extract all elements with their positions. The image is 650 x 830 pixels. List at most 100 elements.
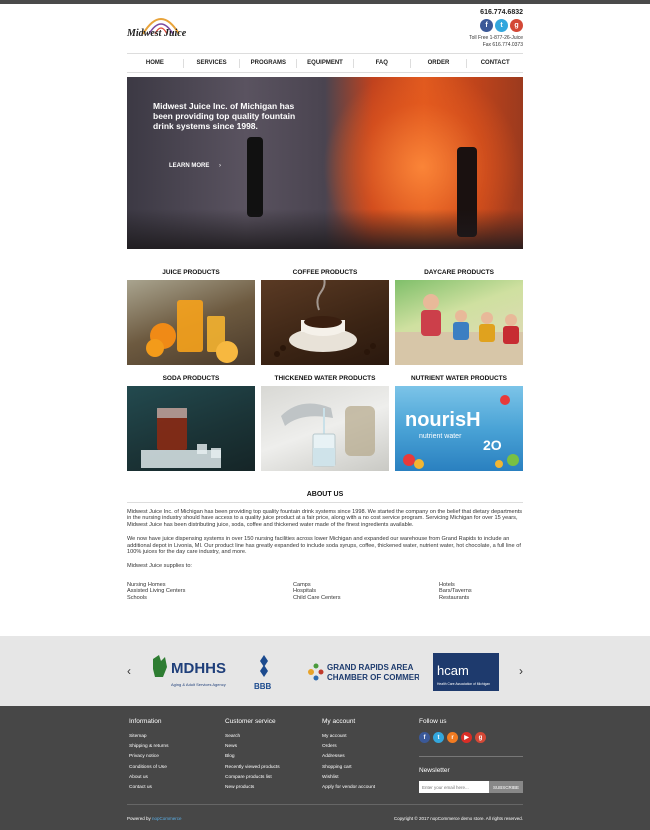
footer-link-cart[interactable]: Shopping cart — [322, 763, 375, 773]
main-nav: HOME SERVICES PROGRAMS EQUIPMENT FAQ ORD… — [127, 53, 523, 73]
twitter-icon[interactable]: t — [495, 19, 508, 32]
footer-heading: My account — [322, 718, 356, 725]
footer-link-privacy[interactable]: Privacy notice — [129, 752, 168, 762]
partner-logo-hcam[interactable]: hcam Health Care Association of Michigan — [433, 653, 499, 691]
divider — [127, 502, 523, 503]
partner-logo-mdhhs[interactable]: MDHHS Aging & Adult Services Agency — [149, 653, 227, 691]
nav-order[interactable]: ORDER — [409, 58, 467, 68]
copyright: Copyright © 2017 nopCommerce demo store.… — [393, 816, 523, 821]
footer-link-account[interactable]: My account — [322, 732, 375, 742]
google-plus-icon[interactable]: g — [510, 19, 523, 32]
phone-number: 616.774.6832 — [480, 9, 523, 16]
nutrient-water-image[interactable]: nourisH nutrient water 2O — [395, 386, 523, 471]
soda-image[interactable] — [127, 386, 255, 471]
footer-my-account: My account My account Orders Addresses S… — [322, 718, 375, 793]
partners-carousel: ‹ MDHHS Aging & Adult Services Agency BB… — [0, 636, 650, 706]
footer-link-vendor[interactable]: Apply for vendor account — [322, 783, 375, 793]
coffee-illustration — [274, 280, 376, 357]
coffee-image[interactable] — [261, 280, 389, 365]
footer-link-about[interactable]: About us — [129, 773, 168, 783]
product-title[interactable]: DAYCARE PRODUCTS — [395, 269, 523, 280]
nav-programs[interactable]: PROGRAMS — [239, 58, 296, 68]
google-plus-icon[interactable]: g — [475, 732, 486, 743]
soda-illustration — [141, 408, 221, 468]
logo[interactable]: Midwest Juice — [127, 12, 187, 46]
footer-link-search[interactable]: Search — [225, 732, 280, 742]
powered-by-label: Powered by — [127, 816, 151, 821]
product-card[interactable]: DAYCARE PRODUCTS — [395, 269, 523, 365]
footer-customer-service: Customer service Search News Blog Recent… — [225, 718, 280, 793]
logo-text: Midwest Juice — [127, 28, 187, 39]
facebook-icon[interactable]: f — [480, 19, 493, 32]
footer-inner: Information Sitemap Shipping & returns P… — [127, 706, 523, 830]
learn-more-link[interactable]: LEARN MORE › — [169, 163, 221, 169]
footer-link-conditions[interactable]: Conditions of Use — [129, 763, 168, 773]
nav-home[interactable]: HOME — [127, 59, 183, 68]
chevron-right-icon: › — [219, 163, 222, 169]
chevron-left-icon[interactable]: ‹ — [127, 664, 131, 678]
nav-contact[interactable]: CONTACT — [466, 58, 523, 68]
powered-by: Powered by nopCommerce — [127, 816, 182, 821]
footer-link-orders[interactable]: Orders — [322, 742, 375, 752]
nav-equipment[interactable]: EQUIPMENT — [296, 58, 353, 68]
water-pour-illustration — [281, 403, 375, 467]
juice-image[interactable] — [127, 280, 255, 365]
partner-logo-bbb[interactable]: BBB — [252, 653, 276, 691]
product-title[interactable]: JUICE PRODUCTS — [127, 269, 255, 280]
partner-logo-grand-rapids-chamber[interactable]: GRAND RAPIDS AREA CHAMBER OF COMMERCE — [303, 653, 419, 691]
product-card[interactable]: COFFEE PRODUCTS — [261, 269, 389, 365]
header: Midwest Juice 616.774.6832 f t g Toll Fr… — [127, 4, 523, 52]
supplies-column: Camps Hospitals Child Care Centers — [293, 582, 439, 601]
fax-number: Fax 616.774.0373 — [482, 41, 523, 48]
footer-link-blog[interactable]: Blog — [225, 752, 280, 762]
footer-link-contact[interactable]: Contact us — [129, 783, 168, 793]
footer-follow: Follow us f t r ▶ g Newsletter SUBSCRIBE — [419, 718, 523, 793]
facebook-icon[interactable]: f — [419, 732, 430, 743]
learn-more-label: LEARN MORE — [169, 163, 210, 169]
product-card[interactable]: JUICE PRODUCTS — [127, 269, 255, 365]
nourish-h2o: 2O — [483, 437, 502, 453]
footer-link-news[interactable]: News — [225, 742, 280, 752]
divider — [419, 756, 523, 757]
footer-link-compare[interactable]: Compare products list — [225, 773, 280, 783]
product-title[interactable]: SODA PRODUCTS — [127, 375, 255, 386]
youtube-icon[interactable]: ▶ — [461, 732, 472, 743]
nav-services[interactable]: SERVICES — [182, 58, 240, 68]
footer-link-addresses[interactable]: Addresses — [322, 752, 375, 762]
hcam-text: hcam — [437, 663, 469, 678]
mdhhs-subtext: Aging & Adult Services Agency — [171, 682, 226, 687]
footer-link-wishlist[interactable]: Wishlist — [322, 773, 375, 783]
hcam-logo: hcam Health Care Association of Michigan — [437, 663, 490, 686]
product-title[interactable]: COFFEE PRODUCTS — [261, 269, 389, 280]
twitter-icon[interactable]: t — [433, 732, 444, 743]
footer-link-sitemap[interactable]: Sitemap — [129, 732, 168, 742]
about-paragraph: Midwest Juice Inc. of Michigan has been … — [127, 509, 523, 528]
footer-link-shipping[interactable]: Shipping & returns — [129, 742, 168, 752]
rss-icon[interactable]: r — [447, 732, 458, 743]
thickened-water-image[interactable] — [261, 386, 389, 471]
product-title[interactable]: THICKENED WATER PRODUCTS — [261, 375, 389, 386]
footer-social-links: f t r ▶ g — [419, 732, 523, 743]
chevron-right-icon[interactable]: › — [519, 664, 523, 678]
about-paragraph: We now have juice dispensing systems in … — [127, 536, 521, 556]
footer-link-new-products[interactable]: New products — [225, 783, 280, 793]
product-card[interactable]: THICKENED WATER PRODUCTS — [261, 375, 389, 471]
hcam-subtext: Health Care Association of Michigan — [437, 682, 490, 686]
footer-link-recently-viewed[interactable]: Recently viewed products — [225, 763, 280, 773]
tollfree-number: Toll Free 1-877-26-Juice — [469, 35, 523, 41]
nav-faq[interactable]: FAQ — [352, 58, 410, 68]
chamber-text-2: CHAMBER OF COMMERCE — [327, 673, 419, 682]
list-item: Child Care Centers — [293, 594, 341, 601]
product-card[interactable]: NUTRIENT WATER PRODUCTS nourisH nutrient… — [395, 375, 523, 471]
newsletter-email-input[interactable] — [419, 781, 489, 793]
nopcommerce-link[interactable]: nopCommerce — [152, 816, 182, 821]
daycare-image[interactable] — [395, 280, 523, 365]
chamber-logo: GRAND RAPIDS AREA CHAMBER OF COMMERCE — [308, 663, 419, 682]
product-title[interactable]: NUTRIENT WATER PRODUCTS — [395, 375, 523, 386]
product-grid: JUICE PRODUCTS COFFEE PRODUCTS DAYCARE P… — [127, 269, 523, 471]
subscribe-button[interactable]: SUBSCRIBE — [489, 781, 523, 793]
chamber-text-1: GRAND RAPIDS AREA — [327, 663, 414, 672]
header-social-links: f t g — [480, 19, 523, 32]
partners-inner: ‹ MDHHS Aging & Adult Services Agency BB… — [127, 636, 523, 706]
product-card[interactable]: SODA PRODUCTS — [127, 375, 255, 471]
